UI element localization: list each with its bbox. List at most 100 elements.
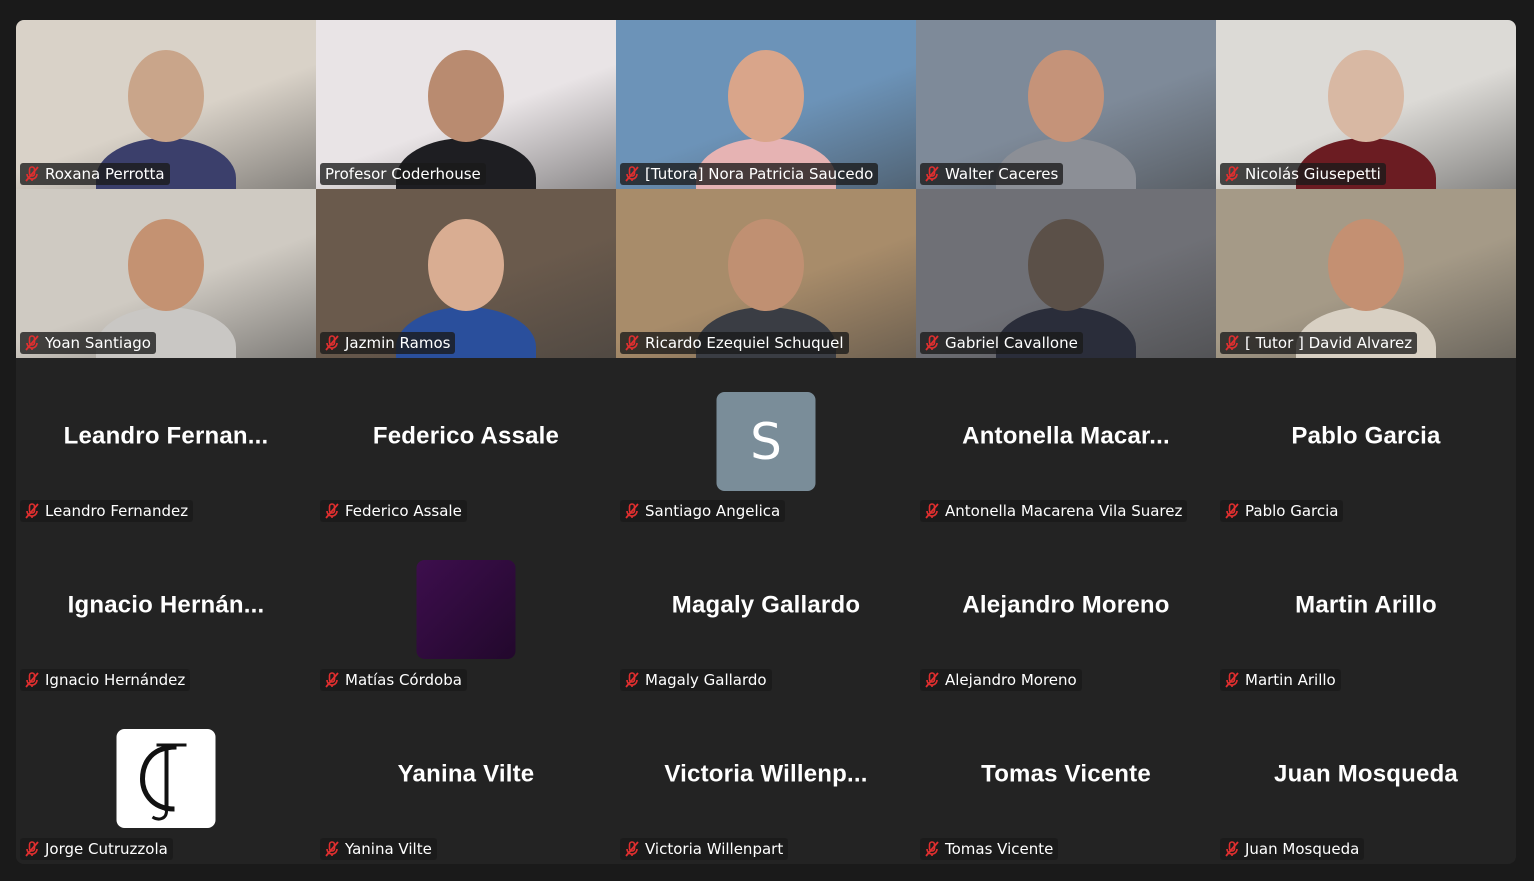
participant-name-text: Gabriel Cavallone [945,334,1078,352]
participant-name-label: Victoria Willenpart [620,838,789,860]
participant-tile[interactable]: Yoan Santiago [16,189,316,358]
participant-name-label: Yanina Vilte [320,838,437,860]
participant-name-label: Ricardo Ezequiel Schuquel [620,332,849,354]
microphone-muted-icon [23,334,41,352]
participant-name-text: Ricardo Ezequiel Schuquel [645,334,844,352]
participant-name-text: Antonella Macarena Vila Suarez [945,502,1183,520]
participant-avatar [116,729,216,828]
participant-tile[interactable]: Magaly Gallardo Magaly Gallardo [616,526,916,695]
participant-tile[interactable]: [Tutora] Nora Patricia Saucedo [616,20,916,189]
participant-display-name: Martin Arillo [1295,590,1437,618]
participant-avatar: S [716,392,816,491]
participant-name-label: Matías Córdoba [320,669,467,691]
participant-name-label: Leandro Fernandez [20,500,194,522]
microphone-muted-icon [1223,671,1241,689]
participant-display-name: Magaly Gallardo [671,590,861,618]
participant-tile[interactable]: Gabriel Cavallone [916,189,1216,358]
participant-tile[interactable]: Federico Assale Federico Assale [316,358,616,526]
microphone-muted-icon [23,502,41,520]
participant-name-label: Roxana Perrotta [20,163,170,185]
participant-tile[interactable]: Victoria Willenp... Victoria Willenpart [616,695,916,864]
participant-display-name: Federico Assale [372,422,560,450]
participant-tile[interactable]: Leandro Fernan... Leandro Fernandez [16,358,316,526]
participant-tile[interactable]: Martin Arillo Martin Arillo [1216,526,1516,695]
participant-tile[interactable]: Pablo Garcia Pablo Garcia [1216,358,1516,526]
participant-name-label: Walter Caceres [920,163,1064,185]
participant-tile[interactable]: [ Tutor ] David Alvarez [1216,189,1516,358]
microphone-muted-icon [923,334,941,352]
participant-avatar [416,560,516,659]
participant-name-label: Jorge Cutruzzola [20,838,173,860]
participant-display-name: Juan Mosqueda [1274,759,1458,787]
participant-name-text: Roxana Perrotta [45,165,165,183]
participant-name-text: Martin Arillo [1245,671,1336,689]
microphone-muted-icon [323,840,341,858]
participant-tile[interactable]: S Santiago Angelica [616,358,916,526]
microphone-muted-icon [923,840,941,858]
participant-tile[interactable]: Roxana Perrotta [16,20,316,189]
participant-name-label: Gabriel Cavallone [920,332,1083,354]
participant-display-name: Alejandro Moreno [962,590,1170,618]
participant-tile[interactable]: Jorge Cutruzzola [16,695,316,864]
participant-tile[interactable]: Alejandro Moreno Alejandro Moreno [916,526,1216,695]
participant-name-label: Santiago Angelica [620,500,786,522]
microphone-muted-icon [623,334,641,352]
participant-name-text: Ignacio Hernández [45,671,186,689]
participant-name-label: Alejandro Moreno [920,669,1082,691]
participant-name-label: Jazmin Ramos [320,332,456,354]
participant-tile[interactable]: Antonella Macar... Antonella Macarena Vil… [916,358,1216,526]
participant-tile[interactable]: Ignacio Hernán... Ignacio Hernández [16,526,316,695]
participant-tile[interactable]: Juan Mosqueda Juan Mosqueda [1216,695,1516,864]
microphone-muted-icon [23,671,41,689]
participant-name-text: Leandro Fernandez [45,502,189,520]
participant-name-label: Ignacio Hernández [20,669,191,691]
participant-name-text: Walter Caceres [945,165,1059,183]
participant-tile[interactable]: Ricardo Ezequiel Schuquel [616,189,916,358]
microphone-muted-icon [923,671,941,689]
participant-tile[interactable]: Nicolás Giusepetti [1216,20,1516,189]
participant-display-name: Ignacio Hernán... [67,590,265,618]
microphone-muted-icon [923,502,941,520]
participant-name-label: Magaly Gallardo [620,669,772,691]
video-gallery: Roxana Perrotta Profesor Coderhouse [Tutor… [16,20,1516,864]
participant-name-label: Nicolás Giusepetti [1220,163,1386,185]
participant-name-text: Jorge Cutruzzola [45,840,168,858]
participant-tile[interactable]: Jazmin Ramos [316,189,616,358]
participant-name-label: Pablo Garcia [1220,500,1344,522]
participant-tile[interactable]: Profesor Coderhouse [316,20,616,189]
participant-tile[interactable]: Matías Córdoba [316,526,616,695]
participant-name-text: Santiago Angelica [645,502,781,520]
participant-name-text: Alejandro Moreno [945,671,1077,689]
participant-display-name: Tomas Vicente [981,759,1151,787]
participant-name-text: Matías Córdoba [345,671,462,689]
microphone-muted-icon [323,334,341,352]
participant-name-text: [Tutora] Nora Patricia Saucedo [645,165,874,183]
participant-display-name: Pablo Garcia [1291,422,1441,450]
microphone-muted-icon [923,165,941,183]
participant-name-text: Victoria Willenpart [645,840,784,858]
participant-name-label: Martin Arillo [1220,669,1341,691]
microphone-muted-icon [23,840,41,858]
participant-display-name: Leandro Fernan... [63,422,269,450]
participant-name-label: Yoan Santiago [20,332,156,354]
microphone-muted-icon [1223,165,1241,183]
microphone-muted-icon [1223,840,1241,858]
microphone-muted-icon [623,840,641,858]
participant-name-label: Tomas Vicente [920,838,1059,860]
participant-name-text: Magaly Gallardo [645,671,767,689]
microphone-muted-icon [1223,502,1241,520]
participant-name-text: Tomas Vicente [945,840,1054,858]
participant-tile[interactable]: Walter Caceres [916,20,1216,189]
participant-tile[interactable]: Tomas Vicente Tomas Vicente [916,695,1216,864]
participant-name-label: [ Tutor ] David Alvarez [1220,332,1418,354]
participant-name-text: Yanina Vilte [345,840,432,858]
participant-name-label: [Tutora] Nora Patricia Saucedo [620,163,879,185]
participant-tile[interactable]: Yanina Vilte Yanina Vilte [316,695,616,864]
participant-name-label: Federico Assale [320,500,467,522]
microphone-muted-icon [323,502,341,520]
participant-display-name: Antonella Macar... [962,422,1170,450]
participant-name-label: Juan Mosqueda [1220,838,1365,860]
participant-name-text: Juan Mosqueda [1245,840,1360,858]
participant-name-text: Yoan Santiago [45,334,151,352]
participant-name-text: Nicolás Giusepetti [1245,165,1381,183]
